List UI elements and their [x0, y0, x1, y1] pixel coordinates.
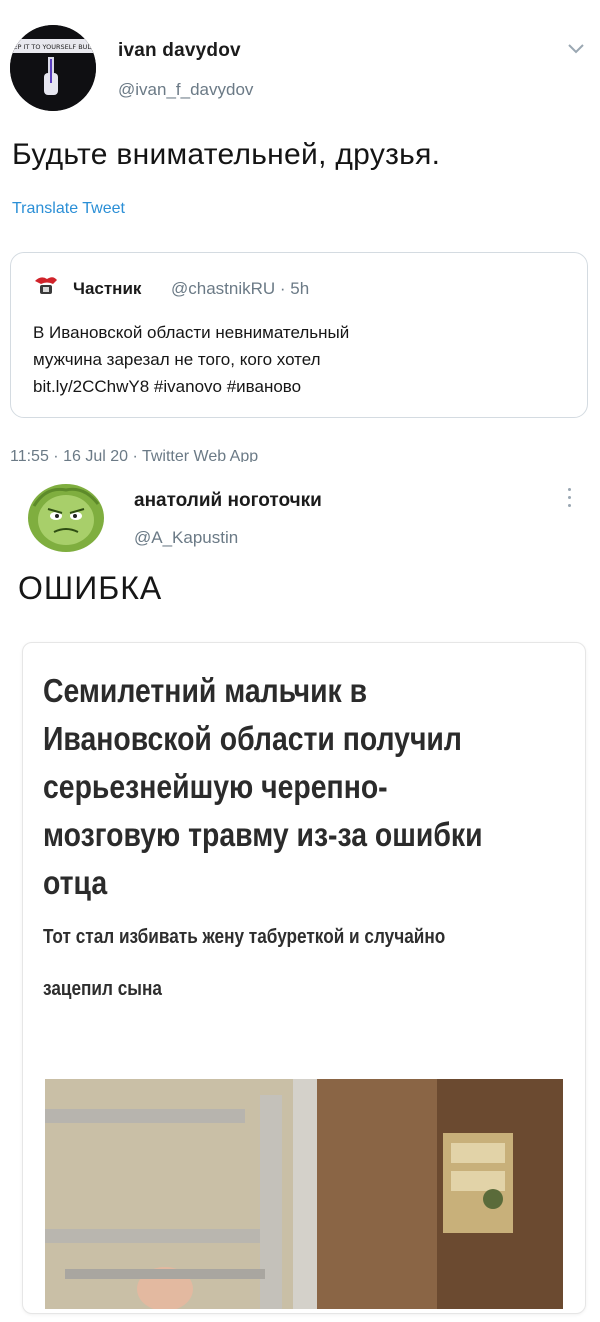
tweet-ivan-davydov: KEEP IT TO YOURSELF BUDDY ivan davydov @… — [0, 0, 600, 462]
subheadline-line: зацепил сына — [43, 978, 162, 1000]
quoted-tweet-text: В Ивановской области невнимательный мужч… — [33, 319, 573, 400]
news-card[interactable]: Семилетний мальчик в Ивановской области … — [22, 642, 586, 1314]
tweet-timestamp[interactable]: 11:55 · 16 Jul 20 · Twitter Web App — [10, 442, 258, 462]
author-handle[interactable]: @ivan_f_davydov — [118, 80, 253, 100]
headline-line: отца — [43, 864, 108, 901]
avatar-image: KEEP IT TO YOURSELF BUDDY — [10, 25, 96, 111]
quoted-text-line: bit.ly/2CChwY8 #ivanovo #иваново — [33, 377, 302, 396]
author-name[interactable]: ivan davydov — [118, 40, 241, 62]
quoted-tweet[interactable]: Частник @chastnikRU · 5h В Ивановской об… — [10, 252, 588, 418]
subheadline-line: Тот стал избивать жену табуреткой и случ… — [43, 926, 446, 948]
quoted-author-handle: @chastnikRU · 5h — [171, 279, 310, 298]
quoted-text-line: В Ивановской области невнимательный — [33, 323, 350, 342]
news-photo — [45, 1079, 563, 1309]
news-headline: Семилетний мальчик в Ивановской области … — [43, 667, 499, 907]
news-subheadline: Тот стал избивать жену табуреткой и случ… — [43, 911, 559, 1015]
avatar[interactable]: KEEP IT TO YOURSELF BUDDY — [10, 25, 96, 111]
headline-line: Семилетний мальчик в — [43, 672, 368, 709]
avatar-caption: KEEP IT TO YOURSELF BUDDY — [10, 43, 96, 51]
headline-line: Ивановской области получил — [43, 720, 462, 757]
avatar[interactable] — [24, 476, 108, 556]
quoted-text-line: мужчина зарезал не того, кого хотел — [33, 350, 321, 369]
chevron-down-icon[interactable] — [566, 42, 586, 56]
tweet-text: ОШИБКА — [18, 570, 163, 606]
tweet-text: Будьте внимательней, друзья. — [12, 138, 441, 171]
headline-line: мозговую травму из-за ошибки — [43, 816, 483, 853]
headline-line: серьезнейшую черепно- — [43, 768, 388, 805]
author-name[interactable]: анатолий ноготочки — [134, 490, 322, 512]
news-photo-image — [45, 1079, 563, 1309]
chastnik-logo-icon — [35, 277, 57, 294]
quoted-author-name: Частник — [73, 279, 142, 298]
translate-tweet-link[interactable]: Translate Tweet — [12, 200, 125, 218]
more-vertical-icon[interactable] — [566, 488, 572, 510]
tweet-a-kapustin: анатолий ноготочки @A_Kapustin ОШИБКА Се… — [0, 462, 600, 1322]
author-handle[interactable]: @A_Kapustin — [134, 528, 238, 548]
